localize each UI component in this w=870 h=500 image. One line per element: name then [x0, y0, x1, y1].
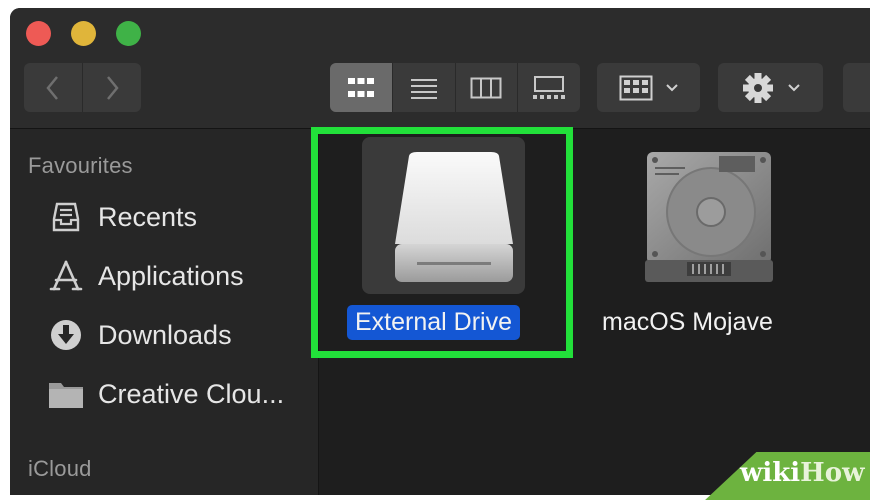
chevron-right-icon: [107, 75, 119, 100]
wikihow-logo: wikiHow: [740, 458, 865, 488]
navigation-group: [24, 63, 141, 112]
chevron-down-icon: [787, 83, 800, 91]
list-view-icon: [410, 78, 437, 99]
minimize-window-button[interactable]: [71, 21, 96, 46]
sidebar-item-label: Downloads: [98, 319, 232, 350]
share-button[interactable]: [843, 63, 870, 112]
sidebar-item-downloads[interactable]: Downloads: [46, 313, 232, 357]
applications-icon: [46, 256, 86, 296]
gear-icon: [742, 72, 773, 103]
external-drive-item[interactable]: [393, 152, 515, 291]
group-by-button[interactable]: [597, 63, 700, 112]
recents-icon: [46, 197, 86, 237]
sidebar-item-label: Creative Clou...: [98, 378, 285, 409]
column-view-button[interactable]: [454, 63, 518, 112]
hard-disk-icon: [645, 152, 773, 282]
icon-view-icon: [347, 77, 374, 97]
macos-mojave-label[interactable]: macOS Mojave: [602, 308, 773, 337]
action-button[interactable]: [718, 63, 823, 112]
close-window-button[interactable]: [26, 21, 51, 46]
sidebar-item-recents[interactable]: Recents: [46, 195, 197, 239]
gallery-view-icon: [533, 75, 566, 99]
sidebar-item-label: Recents: [98, 201, 198, 232]
title-bar: [10, 8, 870, 129]
macos-mojave-item[interactable]: [645, 150, 775, 289]
folder-icon: [46, 374, 86, 414]
chevron-left-icon: [46, 75, 58, 100]
back-button[interactable]: [24, 63, 82, 112]
external-drive-label[interactable]: External Drive: [347, 305, 520, 340]
icloud-header: iCloud: [28, 456, 92, 481]
sidebar: Favourites Recents Applications Download…: [10, 129, 319, 495]
download-icon: [46, 315, 86, 355]
column-view-icon: [470, 77, 502, 98]
forward-button[interactable]: [82, 63, 141, 112]
zoom-window-button[interactable]: [116, 21, 141, 46]
sidebar-item-creative-cloud[interactable]: Creative Clou...: [46, 372, 284, 416]
group-grid-icon: [619, 75, 652, 100]
view-mode-group: [330, 63, 580, 112]
icon-view-button[interactable]: [330, 63, 392, 112]
chevron-down-icon: [665, 83, 678, 91]
sidebar-item-label: Applications: [98, 260, 244, 291]
sidebar-item-applications[interactable]: Applications: [46, 254, 244, 298]
list-view-button[interactable]: [391, 63, 455, 112]
favourites-header: Favourites: [28, 153, 133, 178]
external-drive-icon: [395, 152, 513, 282]
gallery-view-button[interactable]: [517, 63, 580, 112]
